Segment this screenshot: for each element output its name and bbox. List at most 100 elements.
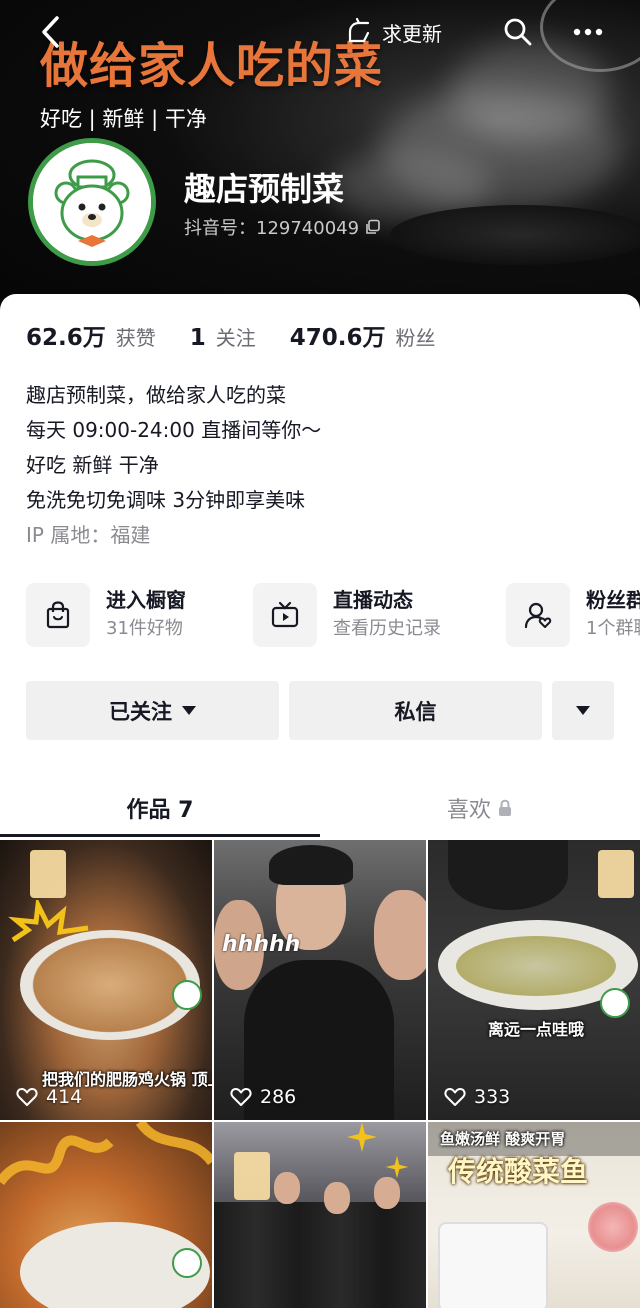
hand-icon [348,17,370,43]
tv-play-icon [271,601,299,628]
search-icon [504,18,532,46]
video-tile[interactable] [0,1122,212,1308]
video-tile[interactable]: 鱼嫩汤鲜 酸爽开胃 传统酸菜鱼 [428,1122,640,1308]
douyin-id[interactable]: 抖音号：129740049 [184,214,381,240]
caret-down-icon [182,706,196,715]
sparkle-icon [347,1122,377,1152]
flame-decor-icon [8,900,89,943]
stat-followers[interactable]: 470.6万 粉丝 [290,318,436,352]
bio-line: 好吃 新鲜 干净 [26,453,159,477]
profile-bio: 趣店预制菜，做给家人吃的菜 每天 09:00-24:00 直播间等你～ 好吃 新… [26,378,321,553]
video-top-caption: 鱼嫩汤鲜 酸爽开胃 [440,1130,566,1148]
followed-button[interactable]: 已关注 [26,681,279,740]
stat-value: 470.6万 [289,325,386,351]
tab-works[interactable]: 作品 7 [0,778,320,838]
stat-label: 关注 [215,326,256,350]
search-button[interactable] [496,10,540,54]
douyin-id-text: 抖音号：129740049 [184,218,360,239]
more-actions-button[interactable] [552,681,614,740]
fan-group-entry[interactable]: 粉丝群 1个群聊 [506,582,640,648]
chevron-left-icon [42,16,59,48]
ip-location: IP 属地：福建 [26,523,151,547]
video-tile[interactable]: 把我们的肥肠鸡火锅 顶上来 414 [0,840,212,1120]
showcase-entry[interactable]: 进入橱窗 31件好物 [26,582,186,648]
tab-likes-label: 喜欢 [446,798,491,823]
lock-icon [499,799,511,816]
video-tile[interactable]: hhhhh 286 [214,840,426,1120]
active-tab-indicator [0,834,320,837]
message-button[interactable]: 私信 [289,681,542,740]
stove [438,1222,548,1308]
video-tile[interactable] [214,1122,426,1308]
shopping-bag-icon [46,601,70,629]
video-caption: 离远一点哇哦 [488,1020,585,1039]
svc-title: 直播动态 [333,588,413,612]
more-button[interactable] [566,10,610,54]
person-face [374,890,426,980]
likes-count: 414 [46,1086,83,1108]
stat-value: 1 [189,325,206,351]
brand-mini-logo [600,988,630,1018]
video-likes: 414 [16,1086,82,1108]
profile-stats: 62.6万 获赞 1 关注 470.6万 粉丝 [26,318,470,352]
profile-banner: 做给家人吃的菜 好吃 | 新鲜 | 干净 求更新 趣店预制菜 抖音号：12974… [0,0,640,320]
svc-title: 粉丝群 [586,588,640,612]
svc-icon-box [506,583,570,647]
followed-label: 已关注 [109,699,172,724]
avatar[interactable] [28,138,156,266]
person-hair [269,845,353,885]
message-label: 私信 [394,699,437,724]
svc-title: 进入橱窗 [106,588,186,612]
copy-icon[interactable] [365,219,381,235]
stat-label: 粉丝 [395,326,436,350]
sparkle-icon [385,1155,409,1179]
caret-down-icon [576,706,590,715]
bio-line: 每天 09:00-24:00 直播间等你～ [26,418,322,442]
price-badge [234,1152,270,1200]
video-caption: hhhhh [222,932,301,957]
svc-subtitle: 查看历史记录 [333,618,441,639]
price-badge [598,850,634,898]
heart-icon [444,1088,466,1106]
bear-chef-logo [33,143,151,261]
price-badge [30,850,66,898]
video-likes: 333 [444,1086,510,1108]
svc-subtitle: 1个群聊 [586,618,640,639]
ladle [448,840,568,910]
request-update-button[interactable]: 求更新 [328,10,458,54]
stat-following[interactable]: 1 关注 [190,322,256,351]
bio-line: 趣店预制菜，做给家人吃的菜 [26,383,286,407]
video-likes: 286 [230,1086,296,1108]
heart-icon [16,1088,38,1106]
video-caption: 传统酸菜鱼 [448,1155,589,1188]
profile-tabs: 作品 7 喜欢 [0,778,640,838]
svc-icon-box [253,583,317,647]
banner-tags: 好吃 | 新鲜 | 干净 [40,107,207,131]
brand-mini-logo [172,980,202,1010]
likes-count: 333 [474,1086,511,1108]
stat-value: 62.6万 [26,325,106,351]
bio-line: 免洗免切免调味 3分钟即享美味 [26,488,306,512]
banner-pan [390,205,640,265]
tab-likes[interactable]: 喜欢 [320,778,640,838]
fish-soup [456,936,616,996]
svc-icon-box [26,583,90,647]
service-entries: 进入橱窗 31件好物 直播动态 查看历史记录 粉丝群 1个群聊 [26,582,640,652]
back-button[interactable] [28,10,72,54]
profile-nickname: 趣店预制菜 [184,170,345,208]
video-tile[interactable]: 离远一点哇哦 333 [428,840,640,1120]
likes-count: 286 [260,1086,297,1108]
group-staff [214,1202,426,1308]
stat-likes: 62.6万 获赞 [26,318,156,352]
stat-label: 获赞 [115,326,156,350]
person-face [274,1172,300,1204]
brand-mini-logo [172,1248,202,1278]
flame-decor-icon [0,1122,212,1186]
live-history-entry[interactable]: 直播动态 查看历史记录 [253,582,441,648]
request-update-label: 求更新 [382,21,442,46]
video-grid: 把我们的肥肠鸡火锅 顶上来 414 hhhhh 286 [0,840,640,1308]
profile-card: 62.6万 获赞 1 关注 470.6万 粉丝 趣店预制菜，做给家人吃的菜 每天… [0,294,640,1308]
heart-icon [230,1088,252,1106]
svc-subtitle: 31件好物 [106,618,183,639]
person-face [324,1182,350,1214]
